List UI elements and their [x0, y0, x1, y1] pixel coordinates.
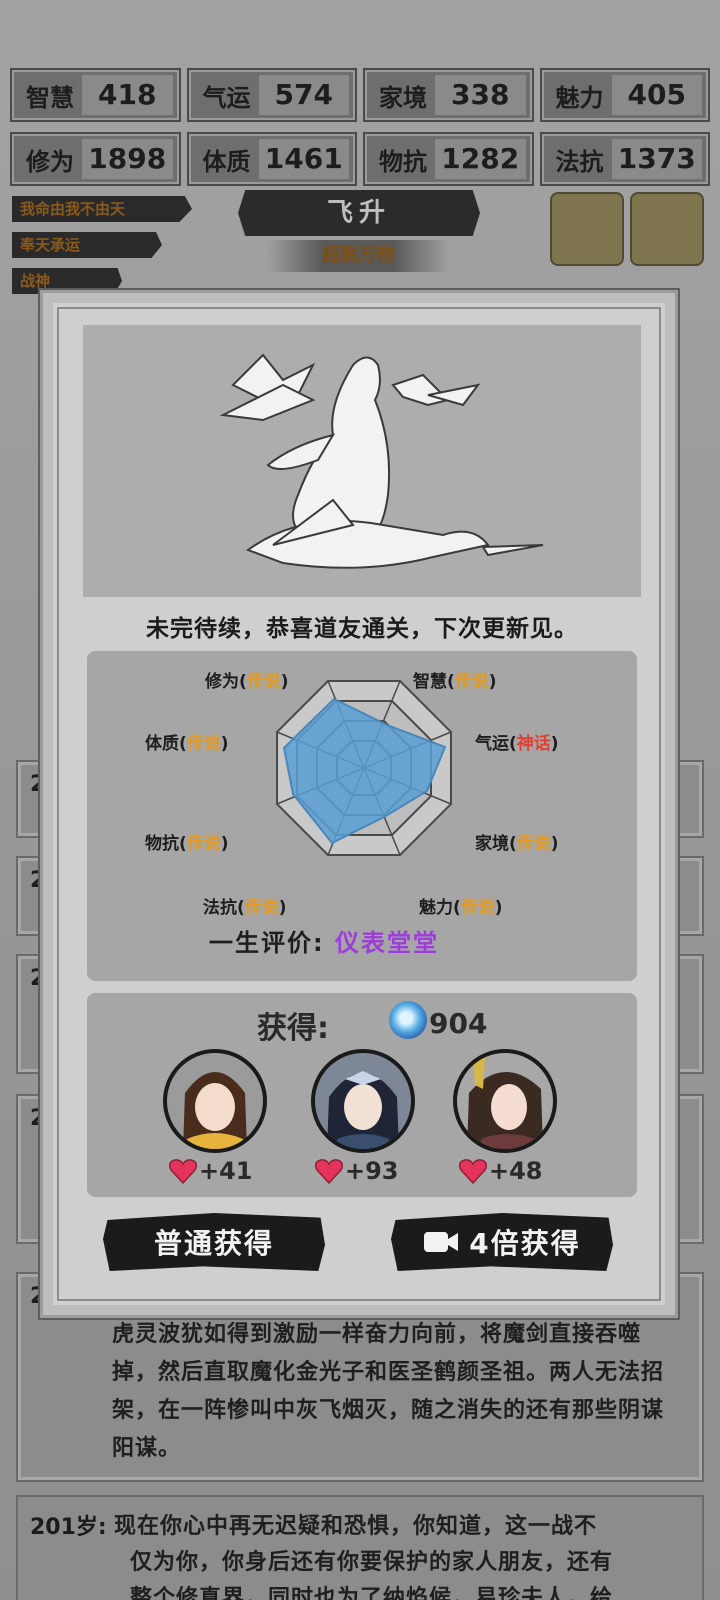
stat-wisdom: 智慧 418 — [10, 68, 181, 122]
companion-portrait-3 — [457, 1053, 553, 1149]
radar-label-family: 家境(传说) — [475, 834, 559, 854]
radar-label-constitution: 体质(传说) — [145, 734, 229, 754]
radar-label-luck: 气运(神话) — [475, 734, 559, 754]
video-4x-claim-button[interactable]: 4倍获得 — [391, 1213, 613, 1271]
reward-panel: 获得: 904 +41 +93 +48 — [87, 993, 637, 1197]
heart-icon — [459, 1159, 487, 1184]
stat-family: 家境 338 — [363, 68, 534, 122]
stat-charm: 魅力 405 — [539, 68, 710, 122]
reward-amount: 904 — [429, 1007, 488, 1040]
companion-portrait-1 — [167, 1053, 263, 1149]
companion-avatar[interactable] — [311, 1049, 415, 1153]
video-camera-icon — [424, 1232, 459, 1252]
heart-icon — [315, 1159, 343, 1184]
affinity-2: +93 — [315, 1157, 399, 1185]
ascension-illustration — [83, 325, 641, 597]
radar-label-charm: 魅力(传说) — [419, 898, 503, 918]
companion-avatar[interactable] — [163, 1049, 267, 1153]
normal-claim-button[interactable]: 普通获得 — [103, 1213, 325, 1271]
realm-subtitle: 超脱万物 — [268, 240, 448, 272]
stat-magic-resist: 法抗 1373 — [539, 132, 710, 186]
stat-luck: 气运 574 — [186, 68, 357, 122]
reward-label: 获得: — [257, 1011, 329, 1046]
trait-tag[interactable]: 我命由我不由天 — [12, 196, 192, 222]
attribute-grid: 智慧 418 气运 574 家境 338 魅力 405 修为 1898 体质 1461 物抗… — [10, 68, 710, 186]
trait-tag[interactable]: 奉天承运 — [12, 232, 162, 258]
log-age: 201岁: — [30, 1515, 107, 1540]
stat-cultivation: 修为 1898 — [10, 132, 181, 186]
spirit-stone-icon — [389, 1001, 427, 1039]
story-text: 虎灵波犹如得到激励一样奋力向前，将魔剑直接吞噬掉，然后直取魔化金光子和医圣鹤颜圣… — [112, 1322, 665, 1461]
heart-icon — [169, 1159, 197, 1184]
life-evaluation: 一生评价: 仪表堂堂 — [209, 929, 439, 957]
log-card-201: 201岁: 现在你心中再无迟疑和恐惧，你知道，这一战不 仅为你，你身后还有你要保… — [16, 1495, 704, 1600]
realm-title: 飞升 — [238, 190, 480, 236]
radar-label-cultivation: 修为(传说) — [205, 672, 289, 692]
radar-label-wisdom: 智慧(传说) — [413, 672, 497, 692]
equipment-slot-axe[interactable] — [630, 192, 704, 266]
radar-label-phys-resist: 物抗(传说) — [145, 834, 229, 854]
stat-phys-resist: 物抗 1282 — [363, 132, 534, 186]
affinity-3: +48 — [459, 1157, 543, 1185]
affinity-1: +41 — [169, 1157, 253, 1185]
companion-portrait-2 — [315, 1053, 411, 1149]
equipment-slot-sword[interactable] — [550, 192, 624, 266]
companion-avatar[interactable] — [453, 1049, 557, 1153]
ending-modal: 未完待续，恭喜道友通关，下次更新见。 修为(传说) 智慧(传说) 体质(传说) … — [40, 290, 678, 1318]
immortal-on-crane-art — [219, 353, 544, 569]
trait-list: 我命由我不由天 奉天承运 战神 — [12, 196, 192, 304]
stat-constitution: 体质 1461 — [186, 132, 357, 186]
radar-label-magic-resist: 法抗(传说) — [203, 898, 287, 918]
ending-caption: 未完待续，恭喜道友通关，下次更新见。 — [146, 616, 578, 642]
evaluation-value: 仪表堂堂 — [334, 929, 439, 957]
log-text: 现在你心中再无迟疑和恐惧，你知道，这一战不 仅为你，你身后还有你要保护的家人朋友… — [114, 1514, 614, 1600]
